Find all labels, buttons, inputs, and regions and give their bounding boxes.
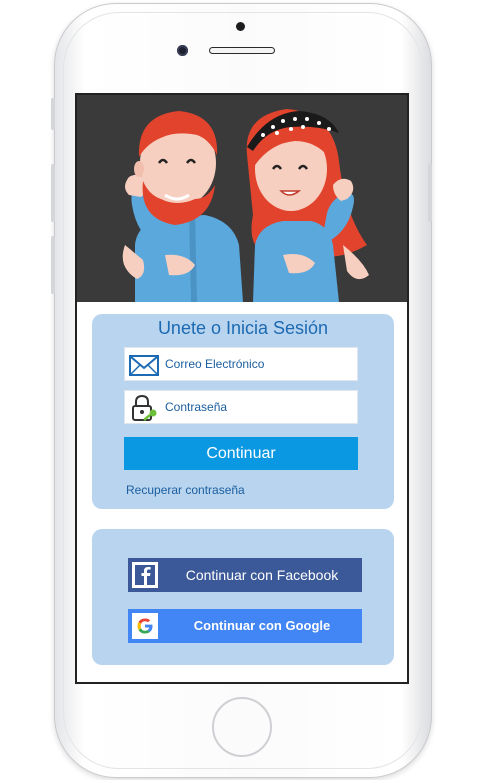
- side-button: [51, 236, 55, 294]
- couple-illustration: [77, 95, 407, 302]
- home-button[interactable]: [212, 697, 272, 757]
- google-login-label: Continuar con Google: [193, 618, 331, 633]
- login-card: Unete o Inicia Sesión Correo Electrónico: [92, 314, 394, 509]
- earpiece-speaker: [209, 47, 275, 54]
- password-placeholder: Contraseña: [165, 400, 228, 414]
- envelope-icon: [128, 351, 160, 379]
- facebook-icon: [132, 562, 158, 588]
- password-field[interactable]: Contraseña: [124, 390, 358, 424]
- login-title: Unete o Inicia Sesión: [157, 318, 329, 338]
- facebook-login-label: Continuar con Facebook: [185, 567, 339, 583]
- google-icon: [132, 613, 158, 639]
- side-button: [428, 164, 432, 222]
- padlock-key-icon: [128, 394, 160, 422]
- side-button: [51, 98, 55, 130]
- continue-button[interactable]: Continuar: [124, 437, 358, 470]
- facebook-login-button[interactable]: Continuar con Facebook: [128, 558, 362, 592]
- social-login-card: Continuar con Facebook Continuar con Goo…: [92, 529, 394, 665]
- recover-password-link[interactable]: Recuperar contraseña: [126, 483, 245, 497]
- hero-illustration: [77, 95, 407, 302]
- email-field[interactable]: Correo Electrónico: [124, 347, 358, 381]
- front-camera: [177, 45, 188, 56]
- google-login-button[interactable]: Continuar con Google: [128, 609, 362, 643]
- email-placeholder: Correo Electrónico: [165, 357, 265, 371]
- side-button: [51, 164, 55, 222]
- app-screen: Unete o Inicia Sesión Correo Electrónico: [75, 93, 409, 684]
- sensor-dot: [236, 22, 245, 31]
